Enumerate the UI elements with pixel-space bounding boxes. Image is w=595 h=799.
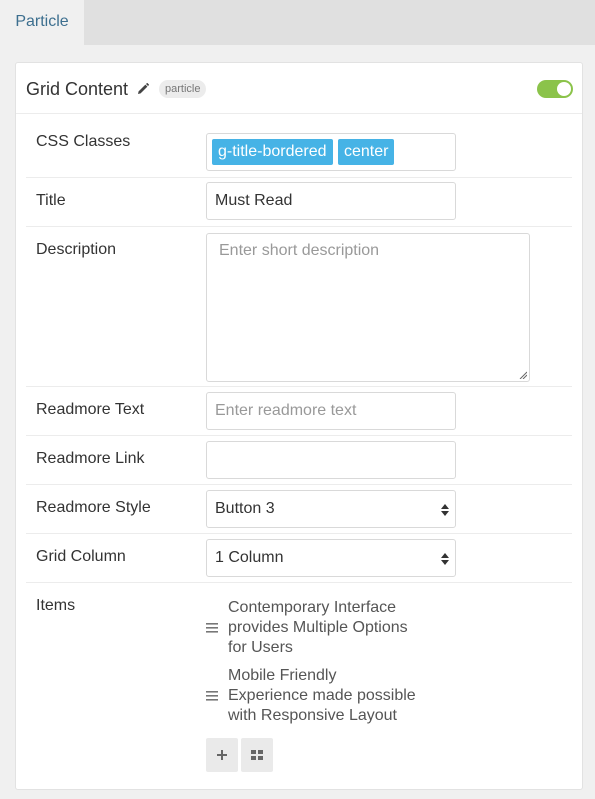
row-css-classes: CSS Classes g-title-bordered center bbox=[26, 114, 572, 178]
css-classes-input[interactable]: g-title-bordered center bbox=[206, 133, 456, 171]
item-line: Experience made possible bbox=[228, 687, 416, 704]
item-line: provides Multiple Options bbox=[228, 619, 408, 636]
readmore-text-label: Readmore Text bbox=[36, 401, 145, 418]
tag-center[interactable]: center bbox=[338, 139, 395, 165]
panel-title: Grid Content bbox=[26, 79, 129, 99]
pencil-icon[interactable] bbox=[137, 83, 149, 95]
item-text: Contemporary Interface provides Multiple… bbox=[228, 598, 428, 658]
row-title: Title Must Read bbox=[26, 178, 572, 227]
drag-handle-icon[interactable] bbox=[206, 623, 218, 633]
grid-column-label: Grid Column bbox=[36, 548, 126, 565]
plus-icon bbox=[217, 750, 227, 760]
readmore-link-input[interactable] bbox=[206, 441, 456, 479]
tag-g-title-bordered[interactable]: g-title-bordered bbox=[212, 139, 333, 165]
enabled-toggle[interactable] bbox=[537, 80, 573, 98]
items-label: Items bbox=[36, 597, 76, 614]
row-readmore-text: Readmore Text Enter readmore text bbox=[26, 387, 572, 436]
description-label: Description bbox=[36, 241, 117, 258]
item-text: Mobile Friendly Experience made possible… bbox=[228, 666, 428, 726]
grid-column-value: 1 Column bbox=[215, 549, 284, 566]
description-placeholder: Enter short description bbox=[219, 242, 380, 259]
tab-bar: Particle bbox=[0, 0, 595, 45]
select-arrows-icon bbox=[441, 553, 449, 565]
particle-panel: Grid Content particle CSS Classes g-titl… bbox=[15, 62, 583, 790]
drag-handle-icon[interactable] bbox=[206, 691, 218, 701]
resize-handle-icon[interactable] bbox=[519, 371, 527, 379]
readmore-text-input[interactable]: Enter readmore text bbox=[206, 392, 456, 430]
row-readmore-style: Readmore Style Button 3 bbox=[26, 485, 572, 534]
toggle-knob bbox=[557, 82, 571, 96]
list-item[interactable]: Mobile Friendly Experience made possible… bbox=[206, 666, 436, 726]
grid-column-select[interactable]: 1 Column bbox=[206, 539, 456, 577]
readmore-style-select[interactable]: Button 3 bbox=[206, 490, 456, 528]
description-textarea[interactable]: Enter short description bbox=[206, 233, 530, 382]
readmore-style-label: Readmore Style bbox=[36, 499, 151, 516]
row-grid-column: Grid Column 1 Column bbox=[26, 534, 572, 583]
row-items: Items Contemporary Interface provides Mu… bbox=[26, 583, 572, 783]
tab-particle[interactable]: Particle bbox=[0, 0, 84, 45]
grid-icon bbox=[251, 750, 263, 760]
title-label: Title bbox=[36, 192, 66, 209]
item-line: with Responsive Layout bbox=[228, 707, 397, 724]
readmore-link-label: Readmore Link bbox=[36, 450, 145, 467]
panel-header: Grid Content particle bbox=[16, 63, 582, 114]
item-line: Contemporary Interface bbox=[228, 599, 397, 616]
row-description: Description Enter short description bbox=[26, 227, 572, 387]
css-classes-label: CSS Classes bbox=[36, 133, 131, 150]
grid-view-button[interactable] bbox=[241, 738, 273, 772]
particle-badge: particle bbox=[159, 80, 207, 98]
item-line: Mobile Friendly bbox=[228, 667, 337, 684]
select-arrows-icon bbox=[441, 504, 449, 516]
item-line: for Users bbox=[228, 639, 293, 656]
title-input[interactable]: Must Read bbox=[206, 182, 456, 220]
readmore-style-value: Button 3 bbox=[215, 500, 275, 517]
add-item-button[interactable] bbox=[206, 738, 238, 772]
row-readmore-link: Readmore Link bbox=[26, 436, 572, 485]
list-item[interactable]: Contemporary Interface provides Multiple… bbox=[206, 598, 436, 658]
